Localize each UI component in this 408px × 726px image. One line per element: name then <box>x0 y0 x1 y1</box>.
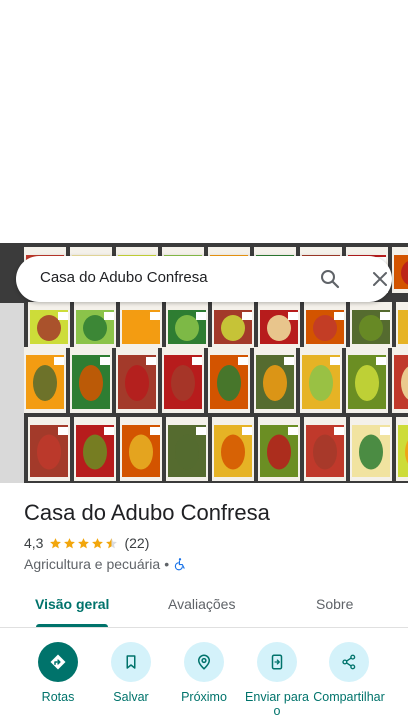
separator-dot: • <box>164 556 170 572</box>
seed-packet <box>74 302 116 348</box>
save-label: Salvar <box>113 690 149 704</box>
seed-packet <box>304 302 346 348</box>
category-label: Agricultura e pecuária <box>24 556 161 572</box>
seed-packet <box>70 347 112 413</box>
save-button-circle <box>111 642 151 682</box>
seed-packet <box>208 347 250 413</box>
seed-packet <box>24 347 66 413</box>
tab-reviews[interactable]: Avaliações <box>168 596 235 612</box>
seed-packet <box>350 417 392 481</box>
seed-packet <box>120 417 162 481</box>
tab-overview[interactable]: Visão geral <box>35 596 109 612</box>
active-tab-indicator <box>36 624 108 627</box>
share-button-circle <box>329 642 369 682</box>
seed-packet <box>300 347 342 413</box>
close-icon[interactable] <box>368 267 392 291</box>
category-row: Agricultura e pecuária • <box>24 556 187 572</box>
seed-packet <box>350 302 392 348</box>
tab-about[interactable]: Sobre <box>316 596 353 612</box>
directions-label: Rotas <box>41 690 75 704</box>
nearby-button-circle <box>184 642 224 682</box>
rating-value: 4,3 <box>24 535 44 551</box>
wheelchair-accessible-icon <box>174 558 185 571</box>
search-input[interactable]: Casa do Adubo Confresa <box>40 269 208 286</box>
star-rating <box>49 537 119 550</box>
seed-packet <box>74 417 116 481</box>
save-button[interactable]: Salvar <box>94 642 168 704</box>
seed-packet <box>116 347 158 413</box>
send-to-phone-button[interactable]: Enviar para o <box>240 642 314 718</box>
seed-packet <box>392 347 408 413</box>
seed-packet <box>166 302 208 348</box>
star-icon <box>64 537 76 548</box>
seed-packet <box>304 417 346 481</box>
nearby-icon <box>197 654 211 670</box>
place-title: Casa do Adubo Confresa <box>24 500 270 525</box>
search-icon[interactable] <box>318 267 342 291</box>
seed-packet <box>212 302 254 348</box>
action-bar: Rotas Salvar Próximo Enviar para o Compa… <box>0 642 408 726</box>
star-icon <box>92 537 104 548</box>
seed-packet <box>166 417 208 481</box>
seed-packet <box>258 302 300 348</box>
star-icon <box>106 537 118 548</box>
star-icon <box>50 537 62 548</box>
directions-icon <box>50 654 66 670</box>
nearby-button[interactable]: Próximo <box>167 642 241 704</box>
seed-packet <box>28 417 70 481</box>
search-bar[interactable]: Casa do Adubo Confresa <box>16 256 392 302</box>
share-label: Compartilhar <box>313 690 385 704</box>
seed-packet <box>254 347 296 413</box>
share-button[interactable]: Compartilhar <box>312 642 386 704</box>
share-icon <box>342 654 356 670</box>
send-to-phone-button-circle <box>257 642 297 682</box>
nearby-label: Próximo <box>181 690 227 704</box>
seed-packet <box>392 247 408 293</box>
seed-packet <box>396 302 408 348</box>
rating-row[interactable]: 4,3 (22) <box>24 535 149 551</box>
send-to-phone-label: Enviar para o <box>245 690 309 718</box>
send-to-phone-icon <box>271 654 283 670</box>
tab-bar: Visão geral Avaliações Sobre <box>0 584 408 628</box>
bookmark-icon <box>126 655 136 669</box>
seed-packet <box>346 347 388 413</box>
seed-packet <box>120 302 162 348</box>
seed-packet <box>396 417 408 481</box>
seed-packet <box>162 347 204 413</box>
star-icon <box>78 537 90 548</box>
directions-button[interactable]: Rotas <box>21 642 95 704</box>
review-count[interactable]: (22) <box>124 535 149 551</box>
directions-button-circle <box>38 642 78 682</box>
seed-packet <box>258 417 300 481</box>
seed-packet <box>28 302 70 348</box>
seed-packet <box>212 417 254 481</box>
